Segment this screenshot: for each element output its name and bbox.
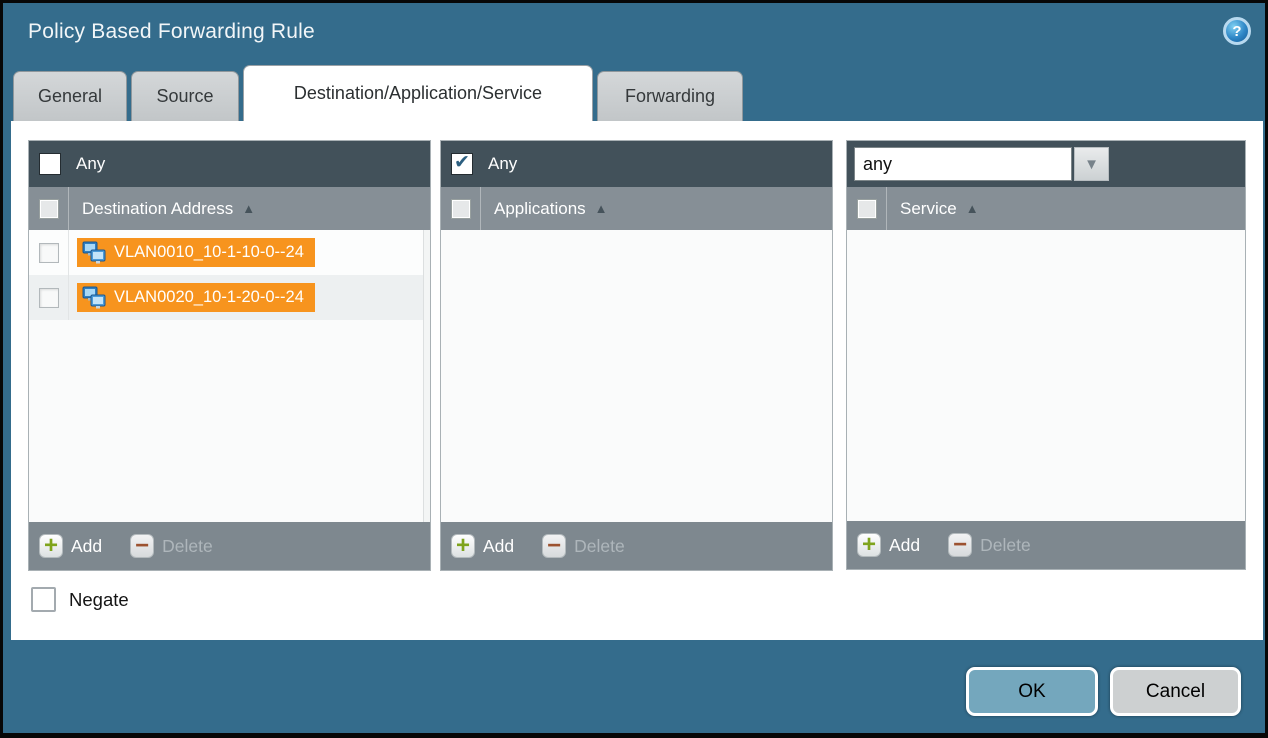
destination-any-header: Any [29, 141, 430, 187]
row-checkbox[interactable] [39, 243, 59, 263]
cancel-button[interactable]: Cancel [1110, 667, 1241, 716]
service-dropdown-button[interactable]: ▼ [1074, 147, 1109, 181]
negate-row: Negate [31, 587, 129, 612]
service-select-all-checkbox[interactable] [858, 200, 876, 218]
network-icon [81, 241, 107, 265]
service-panel-footer: + Add − Delete [847, 521, 1245, 569]
service-delete-button[interactable]: − Delete [948, 533, 1031, 557]
delete-button-label: Delete [162, 536, 213, 557]
destination-delete-button[interactable]: − Delete [130, 534, 213, 558]
help-icon-glyph: ? [1232, 23, 1241, 40]
add-button-label: Add [71, 536, 102, 557]
address-object-vlan0010[interactable]: VLAN0010_10-1-10-0--24 [77, 238, 315, 267]
row-checkbox[interactable] [39, 288, 59, 308]
add-icon-glyph: + [862, 534, 876, 556]
add-icon: + [451, 534, 475, 558]
applications-any-checkbox[interactable]: ✔ [451, 153, 473, 175]
delete-button-label: Delete [574, 536, 625, 557]
service-column-header: Service ▲ [847, 187, 1245, 230]
add-icon-glyph: + [456, 535, 470, 557]
destination-address-list: VLAN0010_10-1-10-0--24 VLAN0020_10-1-20-… [29, 230, 430, 522]
applications-delete-button[interactable]: − Delete [542, 534, 625, 558]
ok-button[interactable]: OK [966, 667, 1098, 716]
delete-button-label: Delete [980, 535, 1031, 556]
destination-column-sort[interactable]: Destination Address ▲ [82, 199, 255, 219]
sort-asc-icon: ▲ [966, 201, 979, 216]
destination-add-button[interactable]: + Add [39, 534, 102, 558]
dialog-title: Policy Based Forwarding Rule [28, 20, 315, 44]
applications-panel-footer: + Add − Delete [441, 522, 832, 570]
service-dropdown: ▼ [854, 147, 1109, 181]
service-panel: ▼ Service ▲ + Add − Delete [846, 140, 1246, 570]
destination-column-label: Destination Address [82, 199, 233, 219]
add-icon: + [857, 533, 881, 557]
delete-icon-glyph: − [135, 536, 149, 556]
applications-column-sort[interactable]: Applications ▲ [494, 199, 608, 219]
add-icon-glyph: + [44, 535, 58, 557]
destination-select-all-checkbox[interactable] [40, 200, 58, 218]
tab-destination-application-service[interactable]: Destination/Application/Service [243, 65, 593, 121]
negate-label: Negate [69, 589, 129, 611]
add-button-label: Add [483, 536, 514, 557]
applications-column-label: Applications [494, 199, 586, 219]
tab-forwarding[interactable]: Forwarding [597, 71, 743, 121]
delete-icon: − [948, 533, 972, 557]
sort-asc-icon: ▲ [242, 201, 255, 216]
tab-source[interactable]: Source [131, 71, 239, 121]
help-icon[interactable]: ? [1223, 17, 1251, 45]
applications-any-label: Any [488, 154, 517, 174]
destination-any-checkbox[interactable] [39, 153, 61, 175]
destination-column-header: Destination Address ▲ [29, 187, 430, 230]
service-dropdown-input[interactable] [854, 147, 1072, 181]
pbf-rule-dialog: { "window": { "title": "Policy Based For… [0, 0, 1268, 738]
destination-panel-footer: + Add − Delete [29, 522, 430, 570]
delete-icon-glyph: − [547, 536, 561, 556]
service-add-button[interactable]: + Add [857, 533, 920, 557]
address-object-label: VLAN0010_10-1-10-0--24 [114, 243, 304, 262]
delete-icon: − [130, 534, 154, 558]
network-icon [81, 286, 107, 310]
tab-bar: General Source Destination/Application/S… [13, 65, 747, 121]
destination-any-label: Any [76, 154, 105, 174]
service-column-sort[interactable]: Service ▲ [900, 199, 979, 219]
applications-header-checkbox-cell [441, 187, 481, 230]
service-column-label: Service [900, 199, 957, 219]
table-row[interactable]: VLAN0020_10-1-20-0--24 [29, 275, 430, 320]
applications-select-all-checkbox[interactable] [452, 200, 470, 218]
destination-address-panel: Any Destination Address ▲ [28, 140, 431, 571]
address-object-label: VLAN0020_10-1-20-0--24 [114, 288, 304, 307]
delete-icon: − [542, 534, 566, 558]
service-any-header: ▼ [847, 141, 1245, 187]
table-row[interactable]: VLAN0010_10-1-10-0--24 [29, 230, 430, 275]
applications-list [441, 230, 832, 522]
service-header-checkbox-cell [847, 187, 887, 230]
applications-panel: ✔ Any Applications ▲ + Add − Delete [440, 140, 833, 571]
tab-general[interactable]: General [13, 71, 127, 121]
destination-header-checkbox-cell [29, 187, 69, 230]
address-object-vlan0020[interactable]: VLAN0020_10-1-20-0--24 [77, 283, 315, 312]
sort-asc-icon: ▲ [595, 201, 608, 216]
row-checkbox-cell [29, 275, 69, 320]
scrollbar-track[interactable] [423, 230, 430, 522]
service-list [847, 230, 1245, 521]
applications-add-button[interactable]: + Add [451, 534, 514, 558]
add-icon: + [39, 534, 63, 558]
delete-icon-glyph: − [953, 535, 967, 555]
negate-checkbox[interactable] [31, 587, 56, 612]
chevron-down-icon: ▼ [1084, 156, 1099, 173]
add-button-label: Add [889, 535, 920, 556]
row-checkbox-cell [29, 230, 69, 275]
applications-column-header: Applications ▲ [441, 187, 832, 230]
applications-any-header: ✔ Any [441, 141, 832, 187]
check-icon: ✔ [454, 151, 470, 174]
